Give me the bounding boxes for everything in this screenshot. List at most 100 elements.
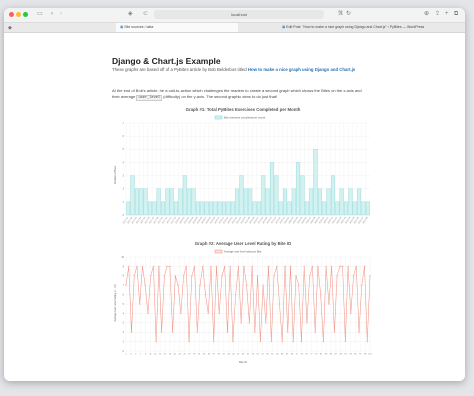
- data-point: [207, 312, 209, 315]
- data-point: [138, 303, 141, 305]
- tab-edit-post[interactable]: ▣ Edit Post: "How to make a nice graph u…: [278, 23, 462, 32]
- inline-code: user_level: [136, 94, 163, 101]
- data-point: [254, 331, 256, 333]
- data-point: [306, 322, 308, 324]
- x-tick-label: 27: [188, 354, 191, 356]
- y-tick-label: 2: [123, 331, 125, 334]
- bar: [248, 188, 253, 216]
- x-tick-label: 91: [344, 354, 347, 356]
- data-point: [232, 340, 234, 343]
- x-tick-label: 23: [179, 354, 182, 356]
- line-chart: Graph #2: Average User Level Rating by B…: [114, 241, 373, 364]
- extension-icon[interactable]: ⊂: [143, 10, 148, 18]
- reload-icon[interactable]: ↻: [346, 10, 351, 18]
- minimize-window-button[interactable]: [16, 12, 21, 17]
- data-point: [204, 293, 207, 296]
- data-point: [248, 322, 251, 324]
- bar: [261, 175, 266, 216]
- data-point: [303, 265, 305, 268]
- forward-icon[interactable]: ›: [60, 10, 62, 18]
- data-point: [341, 265, 344, 268]
- bar: [169, 188, 174, 216]
- y-axis-label: Number of Bites: [113, 165, 117, 184]
- data-point: [182, 275, 185, 277]
- pinned-tab-icon[interactable]: ◆: [8, 24, 12, 32]
- bar: [331, 175, 335, 216]
- tab-label: Site sources / data: [124, 25, 154, 29]
- x-tick-label: 29: [193, 354, 196, 356]
- x-tick-label: 35: [208, 354, 211, 356]
- data-point: [193, 265, 196, 268]
- x-tick-label: 9: [145, 354, 147, 356]
- new-tab-icon[interactable]: +: [445, 10, 449, 18]
- x-tick-label: 89: [340, 354, 343, 356]
- x-tick-label: 49: [242, 354, 245, 356]
- bar: [230, 201, 235, 216]
- download-icon[interactable]: ⊕: [424, 10, 429, 18]
- x-tick-label: 77: [310, 354, 313, 356]
- bar: [335, 201, 340, 216]
- data-point: [226, 331, 229, 333]
- data-point: [322, 340, 325, 343]
- bar: [174, 201, 179, 216]
- sidebar-toggle-icon[interactable]: ▭: [37, 10, 43, 18]
- x-tick-label: 47: [237, 354, 240, 356]
- data-point: [163, 275, 166, 277]
- browser-window: ▭ ‹ › ◈ ⊂ localhost ℜ ↻ ⊕ ⇪ + ⧉ ◆ ▣ Site…: [4, 8, 465, 381]
- x-tick-label: 65: [281, 354, 284, 356]
- shield-icon[interactable]: ◈: [128, 10, 133, 18]
- bar: [326, 188, 331, 216]
- bar: [309, 188, 314, 216]
- data-point: [287, 331, 289, 333]
- x-tick-label: 39: [218, 354, 221, 356]
- data-point: [358, 331, 360, 333]
- share-icon[interactable]: ⇪: [435, 10, 440, 18]
- paragraph-text: (difficulty) on the y-axis. The second g…: [163, 93, 278, 99]
- data-point: [317, 265, 319, 268]
- y-tick-label: 0: [123, 214, 125, 217]
- y-tick-label: 10: [121, 256, 124, 259]
- article-link[interactable]: How to make a nice graph using Django an…: [248, 67, 355, 72]
- data-point: [177, 284, 179, 286]
- data-point: [355, 265, 358, 268]
- y-tick-label: 2: [123, 188, 125, 191]
- bar: [296, 162, 301, 216]
- x-tick-label: 15: [159, 354, 162, 356]
- zoom-window-button[interactable]: [23, 12, 28, 17]
- y-tick-label: 4: [123, 312, 125, 315]
- x-tick-label: 45: [232, 354, 235, 356]
- data-point: [278, 303, 281, 305]
- bar: [130, 175, 135, 216]
- bar: [317, 188, 322, 216]
- x-tick-label: 17: [164, 354, 167, 356]
- bar: [256, 201, 261, 216]
- back-icon[interactable]: ‹: [51, 10, 53, 18]
- tab-overview-icon[interactable]: ⧉: [454, 10, 458, 18]
- bar: [195, 201, 200, 216]
- x-tick-label: 67: [286, 354, 289, 356]
- bar: [139, 188, 144, 216]
- x-axis-label: Bite ID: [239, 360, 247, 364]
- data-point: [144, 284, 146, 286]
- page-content: Django & Chart.js Example These graphs a…: [4, 33, 465, 381]
- x-tick-label: 3: [130, 354, 132, 356]
- tab-site-sources[interactable]: ▣ Site sources / data: [116, 23, 238, 32]
- data-point: [199, 284, 201, 286]
- bar: [274, 175, 279, 216]
- bar: [222, 201, 226, 216]
- data-point: [292, 340, 294, 343]
- y-tick-label: 0: [123, 350, 125, 353]
- data-point: [339, 265, 341, 268]
- data-point: [273, 275, 275, 277]
- translate-icon[interactable]: ℜ: [338, 10, 343, 18]
- x-tick-label: 55: [257, 354, 260, 356]
- close-window-button[interactable]: [9, 12, 14, 17]
- data-point: [347, 265, 349, 268]
- address-bar[interactable]: localhost: [154, 10, 324, 19]
- bar: [265, 188, 270, 216]
- x-tick-label: 1: [125, 354, 127, 356]
- x-tick-label: 75: [305, 354, 308, 356]
- bar: [304, 201, 309, 216]
- data-point: [174, 275, 177, 277]
- bar: [252, 201, 257, 216]
